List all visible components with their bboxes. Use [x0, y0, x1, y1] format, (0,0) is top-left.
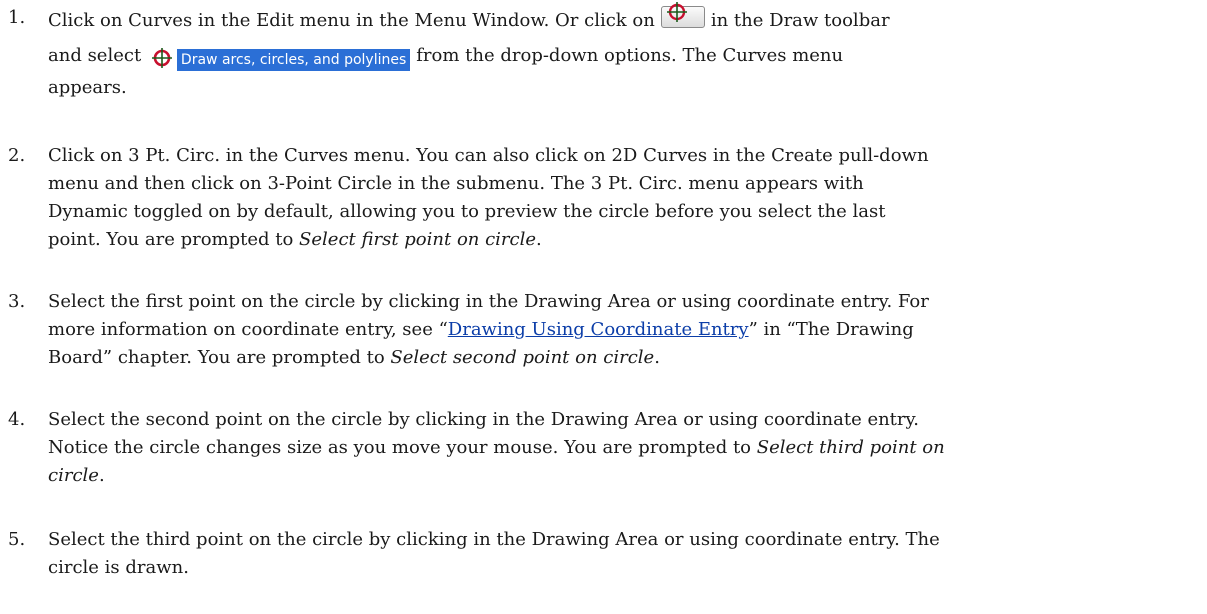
- step-text-line: Board” chapter. You are prompted to: [48, 347, 391, 368]
- circle-crosshair-icon: [151, 48, 172, 68]
- step-text-line: appears.: [48, 77, 127, 98]
- draw-arcs-option[interactable]: Draw arcs, circles, and polylines: [151, 47, 411, 71]
- step-text: Select the second point on the circle by…: [48, 406, 1188, 490]
- step-number: 1.: [8, 7, 26, 28]
- circle-crosshair-icon: [666, 2, 687, 22]
- step-text-line: ” in “The Drawing: [748, 319, 914, 340]
- step-text-line: Click on 3 Pt. Circ. in the Curves menu.…: [48, 145, 929, 166]
- step-text: Select the first point on the circle by …: [48, 288, 1188, 372]
- step-text-line: Select the second point on the circle by…: [48, 409, 920, 430]
- step-text-line: Dynamic toggled on by default, allowing …: [48, 201, 886, 222]
- step-text-line: point. You are prompted to: [48, 229, 300, 250]
- step-number: 3.: [8, 291, 26, 312]
- step-text-line: Select the third point on the circle by …: [48, 529, 940, 550]
- coordinate-entry-link[interactable]: Drawing Using Coordinate Entry: [448, 319, 749, 340]
- step-text-line: circle is drawn.: [48, 557, 189, 578]
- step-text-line: menu and then click on 3-Point Circle in…: [48, 173, 864, 194]
- prompt-text: Select second point on circle: [390, 347, 655, 368]
- step-text-line: in the Draw toolbar: [710, 10, 890, 31]
- step-text: Click on 3 Pt. Circ. in the Curves menu.…: [48, 142, 1188, 254]
- step-number: 5.: [8, 529, 26, 550]
- step-text-line: and select: [48, 45, 142, 66]
- step-text-line: from the drop-down options. The Curves m…: [416, 45, 844, 66]
- step-text: Click on Curves in the Edit menu in the …: [48, 2, 1188, 102]
- step-text: Select the third point on the circle by …: [48, 526, 1188, 582]
- draw-toolbar-button[interactable]: [660, 2, 705, 28]
- prompt-text: circle: [48, 465, 99, 486]
- step-text-line: Select the first point on the circle by …: [48, 291, 929, 312]
- document-page: 1. Click on Curves in the Edit menu in t…: [0, 0, 1207, 614]
- step-number: 4.: [8, 409, 26, 430]
- step-number: 2.: [8, 145, 26, 166]
- step-text-line: more information on coordinate entry, se…: [48, 319, 448, 340]
- punctuation: .: [98, 465, 105, 486]
- punctuation: .: [654, 347, 660, 368]
- punctuation: .: [536, 229, 542, 250]
- prompt-text: Select first point on circle: [299, 229, 537, 250]
- step-text-line: Notice the circle changes size as you mo…: [48, 437, 757, 458]
- prompt-text: Select third point on: [756, 437, 945, 458]
- step-text-line: Click on Curves in the Edit menu in the …: [48, 10, 655, 31]
- draw-arcs-option-label: Draw arcs, circles, and polylines: [176, 49, 411, 71]
